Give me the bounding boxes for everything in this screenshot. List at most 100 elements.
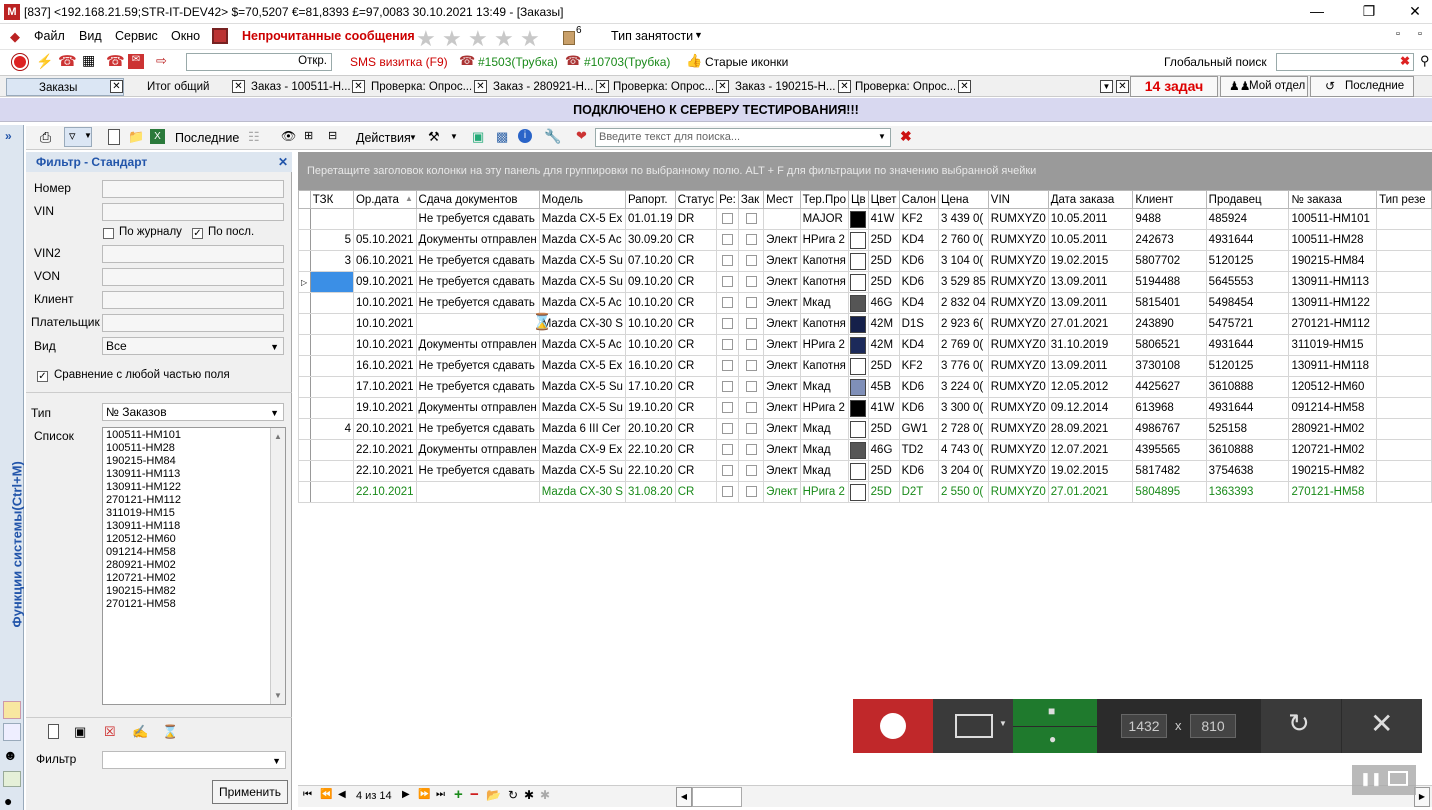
color-code-cell[interactable]: 25D bbox=[867, 355, 900, 377]
vin-cell[interactable]: RUMXYZ0 bbox=[987, 313, 1049, 335]
order-date-cell[interactable]: 22.10.2021 bbox=[352, 481, 417, 503]
tzk-cell[interactable]: 5 bbox=[309, 229, 354, 251]
last-page-icon[interactable]: ⏭ bbox=[436, 789, 445, 800]
list-item[interactable]: 280921-HM02 bbox=[106, 559, 282, 572]
column-header[interactable]: Салон bbox=[898, 190, 940, 209]
menu-service[interactable]: Сервис bbox=[115, 29, 158, 43]
recent-button[interactable]: Последние bbox=[175, 131, 239, 145]
clear-search-icon[interactable]: ✖ bbox=[1400, 54, 1410, 68]
status-cell[interactable]: CR bbox=[674, 418, 718, 440]
checkbox-cell[interactable] bbox=[716, 271, 739, 293]
checkbox-cell[interactable] bbox=[737, 355, 765, 377]
column-header[interactable]: ТЗК bbox=[309, 190, 354, 209]
tabs-dropdown-icon[interactable]: ▼ bbox=[1100, 80, 1113, 93]
checkbox[interactable] bbox=[745, 234, 757, 246]
order-date-cell[interactable]: 16.10.2021 bbox=[352, 355, 417, 377]
collapse-all-icon[interactable]: ⊟ bbox=[328, 129, 337, 142]
checkbox[interactable] bbox=[745, 255, 757, 267]
checkbox-cell[interactable] bbox=[737, 334, 765, 356]
color-code-cell[interactable]: 25D bbox=[867, 481, 900, 503]
order-date-cell[interactable]: 13.09.2011 bbox=[1047, 355, 1134, 377]
order-date-cell[interactable]: 19.02.2015 bbox=[1047, 250, 1134, 272]
vin-cell[interactable]: RUMXYZ0 bbox=[987, 460, 1049, 482]
status-cell[interactable]: CR bbox=[674, 292, 718, 314]
column-header[interactable]: Цв bbox=[848, 190, 869, 209]
checkbox-cell[interactable] bbox=[737, 439, 765, 461]
order-number-cell[interactable]: 120512-HM60 bbox=[1288, 376, 1378, 398]
tasks-button[interactable]: 14 задач bbox=[1130, 76, 1218, 97]
open-button[interactable]: Откр. bbox=[298, 55, 327, 67]
order-date-cell[interactable]: 10.05.2011 bbox=[1047, 208, 1134, 230]
column-header[interactable]: Цена bbox=[938, 190, 989, 209]
model-cell[interactable]: Mazda CX-5 Su bbox=[538, 250, 626, 272]
search-icon[interactable]: ⚲ bbox=[1420, 53, 1430, 69]
order-date-cell[interactable]: 06.10.2021 bbox=[352, 250, 417, 272]
report-date-cell[interactable]: 10.10.20 bbox=[624, 334, 676, 356]
checkbox[interactable] bbox=[721, 360, 733, 372]
delete-record-icon[interactable]: − bbox=[470, 786, 479, 803]
seller-cell[interactable]: 3754638 bbox=[1205, 460, 1290, 482]
status-cell[interactable]: CR bbox=[674, 355, 718, 377]
column-header[interactable]: Тип резе bbox=[1376, 190, 1432, 209]
reserve-type-cell[interactable] bbox=[1376, 376, 1432, 398]
price-cell[interactable]: 3 529 85 bbox=[938, 271, 989, 293]
film-strip-icon[interactable]: ▩ bbox=[496, 129, 508, 145]
app-menu-icon[interactable]: ◆ bbox=[10, 29, 20, 45]
scroll-right-icon[interactable]: ▶ bbox=[1414, 787, 1430, 807]
salon-cell[interactable]: KD6 bbox=[898, 376, 940, 398]
order-date-cell[interactable]: 28.09.2021 bbox=[1047, 418, 1134, 440]
salon-cell[interactable]: KD6 bbox=[898, 250, 940, 272]
territory-cell[interactable]: Мкад bbox=[799, 292, 850, 314]
view-select[interactable]: Все ▼ bbox=[102, 337, 284, 355]
reserve-type-cell[interactable] bbox=[1376, 439, 1432, 461]
sheet-icon[interactable] bbox=[3, 771, 21, 787]
checkbox[interactable] bbox=[721, 339, 733, 351]
color-code-cell[interactable]: 45B bbox=[867, 376, 900, 398]
new-document-icon[interactable] bbox=[108, 129, 120, 145]
order-number-cell[interactable]: 100511-HM101 bbox=[1288, 208, 1378, 230]
model-cell[interactable]: Mazda CX-5 Ac bbox=[538, 292, 626, 314]
place-cell[interactable]: Элект bbox=[763, 334, 801, 356]
expand-all-icon[interactable]: ⊞ bbox=[304, 129, 313, 142]
color-code-cell[interactable]: 42M bbox=[867, 313, 900, 335]
place-cell[interactable]: Элект bbox=[763, 313, 801, 335]
order-date-cell[interactable]: 13.09.2011 bbox=[1047, 292, 1134, 314]
report-date-cell[interactable]: 19.10.20 bbox=[624, 397, 676, 419]
global-search-input[interactable]: ✖ bbox=[1276, 53, 1414, 71]
mail-icon[interactable]: ✉ bbox=[128, 54, 144, 69]
checkbox[interactable] bbox=[721, 255, 733, 267]
tab-close-icon[interactable]: ✕ bbox=[958, 80, 971, 93]
image-icon[interactable]: ▣ bbox=[472, 129, 484, 145]
horizontal-scroll-thumb[interactable] bbox=[692, 787, 742, 807]
open-folder-icon[interactable]: 📁 bbox=[128, 129, 144, 145]
tzk-cell[interactable] bbox=[309, 481, 354, 503]
column-header[interactable]: Сдача документов bbox=[415, 190, 540, 209]
checkbox[interactable] bbox=[721, 402, 733, 414]
order-number-list[interactable]: 100511-HM101 100511-HM28 190215-HM84 130911… bbox=[102, 427, 286, 705]
model-cell[interactable]: Mazda CX-30 S bbox=[538, 481, 626, 503]
tab-close-icon[interactable]: ✕ bbox=[596, 80, 609, 93]
territory-cell[interactable]: Капотня bbox=[799, 355, 850, 377]
place-cell[interactable]: Элект bbox=[763, 376, 801, 398]
price-cell[interactable]: 3 104 0( bbox=[938, 250, 989, 272]
seller-cell[interactable]: 5645553 bbox=[1205, 271, 1290, 293]
tzk-cell[interactable] bbox=[309, 208, 354, 230]
tzk-cell[interactable] bbox=[309, 376, 354, 398]
close-recorder-button[interactable]: ✕ bbox=[1342, 699, 1422, 753]
docs-cell[interactable]: Не требуется сдавать bbox=[415, 418, 540, 440]
docs-cell[interactable]: Не требуется сдавать bbox=[415, 208, 540, 230]
vin2-field[interactable] bbox=[102, 245, 284, 263]
seller-cell[interactable]: 5498454 bbox=[1205, 292, 1290, 314]
place-cell[interactable]: Элект bbox=[763, 460, 801, 482]
price-cell[interactable]: 2 769 0( bbox=[938, 334, 989, 356]
table-row[interactable]: 3 06.10.2021 Не требуется сдавать Mazda CX-… bbox=[298, 250, 1432, 272]
price-cell[interactable]: 2 832 04 bbox=[938, 292, 989, 314]
report-date-cell[interactable]: 17.10.20 bbox=[624, 376, 676, 398]
client-cell[interactable]: 5194488 bbox=[1132, 271, 1207, 293]
color-code-cell[interactable]: 25D bbox=[867, 229, 900, 251]
column-header[interactable]: Модель bbox=[538, 190, 626, 209]
list-item[interactable]: 120721-HM02 bbox=[106, 572, 282, 585]
employment-type-dropdown[interactable]: Тип занятости bbox=[611, 29, 693, 43]
order-number-cell[interactable]: 190215-HM82 bbox=[1288, 460, 1378, 482]
vin-cell[interactable]: RUMXYZ0 bbox=[987, 481, 1049, 503]
